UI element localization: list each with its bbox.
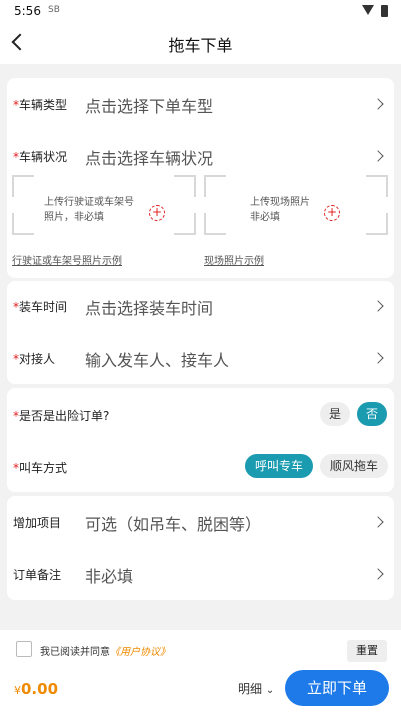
vehicle-type-value: 点击选择下单车型 xyxy=(85,97,214,116)
vehicle-type-label: *车辆类型 xyxy=(13,98,68,112)
contact-row[interactable]: *对接人 输入发车人、接车人 xyxy=(7,332,394,384)
chevron-right-icon xyxy=(372,150,384,162)
contact-label: *对接人 xyxy=(13,352,56,366)
chevron-down-icon: ⌄ xyxy=(265,685,275,696)
order-type-card: *是否是出险订单? 是 否 *叫车方式 呼叫专车 顺风拖车 xyxy=(7,388,394,492)
wifi-icon xyxy=(362,5,374,15)
add-photo-icon: + xyxy=(324,205,340,221)
status-bar: 5:56 SB xyxy=(0,0,401,24)
chevron-right-icon xyxy=(372,352,384,364)
loading-time-value: 点击选择装车时间 xyxy=(85,299,214,318)
chevron-right-icon xyxy=(372,98,384,110)
remark-label: 订单备注 xyxy=(13,568,62,582)
add-photo-icon: + xyxy=(149,205,165,221)
vehicle-condition-label: *车辆状况 xyxy=(13,150,68,164)
chevron-right-icon xyxy=(372,516,384,528)
vehicle-condition-value: 点击选择车辆状况 xyxy=(85,149,214,168)
upload-scene-hint: 上传现场照片 非必填 xyxy=(250,197,310,223)
license-photo-example-link[interactable]: 行驶证或车架号照片示例 xyxy=(12,252,122,267)
agree-checkbox[interactable] xyxy=(16,641,32,657)
scene-photo-example-link[interactable]: 现场照片示例 xyxy=(204,252,264,267)
call-shared-button[interactable]: 顺风拖车 xyxy=(320,454,388,478)
page-title: 拖车下单 xyxy=(168,36,233,55)
chevron-right-icon xyxy=(372,568,384,580)
insurance-label: *是否是出险订单? xyxy=(13,409,110,423)
reset-button[interactable]: 重置 xyxy=(347,640,387,662)
loading-time-label: *装车时间 xyxy=(13,300,68,314)
remark-row[interactable]: 订单备注 非必填 xyxy=(7,548,394,600)
contact-input[interactable]: 输入发车人、接车人 xyxy=(85,347,229,371)
app-header: 拖车下单 xyxy=(0,24,401,64)
battery-icon xyxy=(381,5,388,17)
status-time: 5:56 xyxy=(14,4,41,18)
extra-items-row[interactable]: 增加项目 可选（如吊车、脱困等） xyxy=(7,496,394,548)
sim-icon: SB xyxy=(48,5,60,15)
submit-order-button[interactable]: 立即下单 xyxy=(285,670,389,706)
extra-card: 增加项目 可选（如吊车、脱困等） 订单备注 非必填 xyxy=(7,496,394,600)
call-type-label: *叫车方式 xyxy=(13,461,68,475)
insurance-no-button[interactable]: 否 xyxy=(357,402,387,426)
insurance-yes-button[interactable]: 是 xyxy=(320,402,350,426)
user-agreement-link[interactable]: 《用户协议》 xyxy=(110,647,170,658)
loading-card: *装车时间 点击选择装车时间 *对接人 输入发车人、接车人 xyxy=(7,281,394,384)
remark-input[interactable]: 非必填 xyxy=(85,563,133,587)
price-detail-toggle[interactable]: 明细 ⌄ xyxy=(238,680,274,697)
chevron-right-icon xyxy=(372,300,384,312)
vehicle-type-row[interactable]: *车辆类型 点击选择下单车型 xyxy=(7,78,394,130)
extra-items-value: 可选（如吊车、脱困等） xyxy=(85,515,262,534)
upload-scene-photo[interactable]: 上传现场照片 非必填 + xyxy=(204,175,388,235)
footer-bar: 我已阅读并同意《用户协议》 重置 ¥0.00 明细 ⌄ 立即下单 xyxy=(0,630,401,713)
upload-license-photo[interactable]: 上传行驶证或车架号 照片，非必填 + xyxy=(12,175,196,235)
extra-items-label: 增加项目 xyxy=(13,516,62,530)
loading-time-row[interactable]: *装车时间 点击选择装车时间 xyxy=(7,281,394,333)
call-dedicated-button[interactable]: 呼叫专车 xyxy=(245,454,313,478)
total-price: ¥0.00 xyxy=(14,680,59,698)
agree-text: 我已阅读并同意《用户协议》 xyxy=(40,647,170,658)
upload-license-hint: 上传行驶证或车架号 照片，非必填 xyxy=(44,197,134,223)
